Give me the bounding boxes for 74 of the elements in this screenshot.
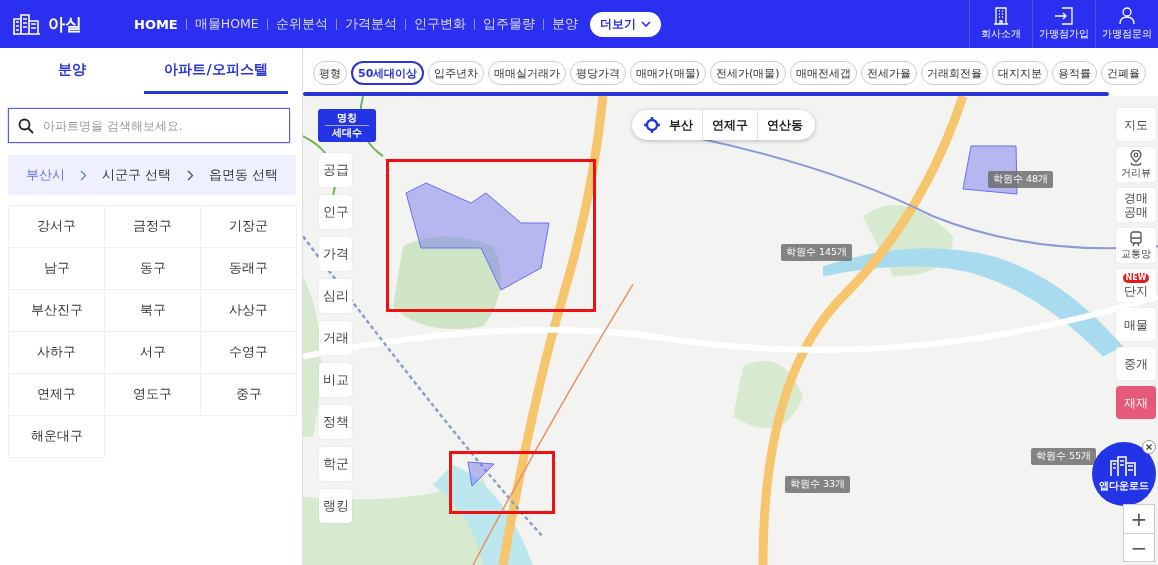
map-pin-icon	[1129, 150, 1143, 166]
nav-link[interactable]: 매물HOME	[194, 15, 259, 33]
map-tool-button[interactable]: NEW 단지	[1116, 269, 1156, 302]
toggle-label: 명칭	[337, 111, 357, 125]
building-icon[interactable]	[993, 7, 1009, 25]
toggle-label: 세대수	[325, 125, 369, 140]
header-link[interactable]: 회사소개	[981, 28, 1021, 41]
layer-button[interactable]: 가격	[319, 237, 352, 271]
academy-count-badge[interactable]: 학원수 55개	[1031, 448, 1097, 465]
buildings-logo-icon	[12, 13, 42, 35]
layer-button[interactable]: 공급	[319, 153, 352, 187]
new-badge: NEW	[1122, 273, 1150, 283]
nav-link[interactable]: 인구변화	[413, 15, 466, 33]
nav-link[interactable]: HOME	[134, 16, 178, 32]
map-tool-button[interactable]: 거리뷰	[1116, 147, 1156, 182]
filter-chip[interactable]: 평형	[313, 61, 347, 85]
breadcrumb-link[interactable]: 부산시	[25, 166, 65, 184]
location-link[interactable]: 부산	[669, 116, 693, 134]
filter-chip[interactable]: 평당가격	[570, 61, 627, 85]
map-tool-button[interactable]: 지도	[1116, 108, 1156, 141]
breadcrumb-link[interactable]: 시군구 선택	[102, 166, 172, 184]
search-icon	[18, 118, 34, 134]
layer-button[interactable]: 심리	[319, 279, 352, 313]
layer-button[interactable]: 비교	[319, 363, 352, 397]
header-link[interactable]: 가맹점문의	[1102, 28, 1152, 41]
layer-button[interactable]: 랭킹	[319, 489, 352, 523]
sign-in-icon[interactable]	[1054, 7, 1074, 25]
chevron-right-icon	[80, 169, 87, 181]
filter-chip[interactable]: 매매가(매물)	[630, 61, 706, 85]
district-item[interactable]: 기장군	[200, 205, 297, 248]
district-item[interactable]: 해운대구	[8, 415, 105, 458]
filter-chip[interactable]: 입주년차	[428, 61, 485, 85]
buildings-icon	[1109, 455, 1139, 477]
label-toggle[interactable]: 명칭 세대수	[318, 109, 376, 142]
district-item[interactable]: 중구	[200, 373, 297, 416]
region-polygon	[466, 460, 496, 488]
academy-count-badge[interactable]: 학원수 48개	[988, 171, 1054, 188]
map-tool-button[interactable]: 교통망	[1116, 228, 1156, 263]
search-field[interactable]: 아파트명을 검색해보세요.	[8, 108, 290, 143]
chevron-right-icon	[186, 169, 194, 181]
caret-icon	[640, 21, 651, 27]
logo-text[interactable]: 아실	[48, 12, 82, 36]
map-tool-button[interactable]: 중개	[1116, 347, 1156, 380]
district-item[interactable]: 강서구	[8, 205, 105, 248]
person-icon[interactable]	[1118, 7, 1136, 25]
filter-chip[interactable]: 매매실거래가	[488, 61, 567, 85]
crosshair-icon[interactable]	[644, 117, 660, 133]
filter-chip[interactable]: 전세가(매물)	[709, 61, 786, 85]
academy-count-badge[interactable]: 학원수 33개	[785, 476, 851, 493]
layer-button[interactable]: 인구	[319, 195, 352, 229]
layer-button[interactable]: 거래	[319, 321, 352, 355]
train-icon	[1129, 231, 1143, 247]
breadcrumb-link[interactable]: 읍면동 선택	[209, 166, 279, 184]
academy-count-badge[interactable]: 학원수 145개	[781, 244, 853, 261]
nav-link[interactable]: 순위분석	[275, 15, 328, 33]
nav-link[interactable]: 입주물량	[482, 15, 535, 33]
filter-chip[interactable]: 50세대이상	[351, 61, 425, 85]
header-link[interactable]: 가맹점가입	[1039, 28, 1089, 41]
filter-chip[interactable]: 대지지분	[991, 61, 1048, 85]
map-tool-button[interactable]: 경매 공매	[1116, 188, 1156, 222]
nav-link[interactable]: 분양	[551, 15, 578, 33]
filter-chip[interactable]: 전세가율	[860, 61, 917, 85]
nav-link[interactable]: 가격분석	[344, 15, 397, 33]
location-link[interactable]: 연제구	[712, 116, 748, 134]
region-polygon	[961, 144, 1021, 196]
filter-chip[interactable]: 매매전세갭	[789, 61, 857, 85]
filter-chip[interactable]: 건폐율	[1100, 61, 1146, 85]
location-link[interactable]: 연산동	[767, 116, 803, 134]
map-tool-button[interactable]: 매물	[1116, 308, 1156, 341]
filter-chip[interactable]: 거래회전율	[920, 61, 988, 85]
more-button[interactable]: 더보기	[589, 11, 661, 37]
layer-button[interactable]: 정책	[319, 405, 352, 439]
filter-chip[interactable]: 용적률	[1051, 61, 1097, 85]
layer-button[interactable]: 학군	[319, 447, 352, 481]
